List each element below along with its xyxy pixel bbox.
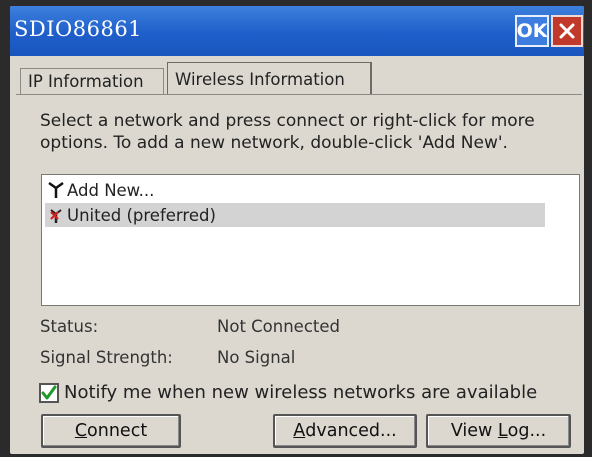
signal-strength-value: No Signal xyxy=(217,348,296,367)
view-log-button[interactable]: View Log... xyxy=(426,414,571,448)
instructions-text: Select a network and press connect or ri… xyxy=(40,111,535,153)
tab-ip-information[interactable]: IP Information xyxy=(20,68,164,94)
ok-button[interactable]: OK xyxy=(515,15,549,47)
antenna-icon xyxy=(45,181,67,199)
window-title: SDIO86861 xyxy=(14,17,143,41)
tab-wireless-information[interactable]: Wireless Information xyxy=(167,62,372,95)
network-list[interactable]: Add New... United (preferred) xyxy=(41,174,580,306)
close-button[interactable] xyxy=(551,15,583,47)
connect-button[interactable]: Connect xyxy=(41,414,181,448)
list-item-add-new[interactable]: Add New... xyxy=(45,178,545,202)
title-bar: SDIO86861 OK xyxy=(10,6,584,56)
notify-label: Notify me when new wireless networks are… xyxy=(64,382,538,403)
signal-strength-label: Signal Strength: xyxy=(40,348,173,367)
antenna-disconnected-icon xyxy=(45,206,67,224)
list-item-label: United (preferred) xyxy=(67,205,216,225)
status-label: Status: xyxy=(40,317,99,336)
dialog-window: SDIO86861 OK IP Information Wireless Inf… xyxy=(10,6,584,454)
list-item-united[interactable]: United (preferred) xyxy=(45,203,545,227)
checkmark-icon xyxy=(41,385,57,400)
list-item-label: Add New... xyxy=(67,180,155,200)
notify-checkbox[interactable] xyxy=(39,383,59,403)
advanced-button[interactable]: Advanced... xyxy=(273,414,417,448)
status-value: Not Connected xyxy=(217,317,341,336)
close-icon xyxy=(559,23,575,39)
